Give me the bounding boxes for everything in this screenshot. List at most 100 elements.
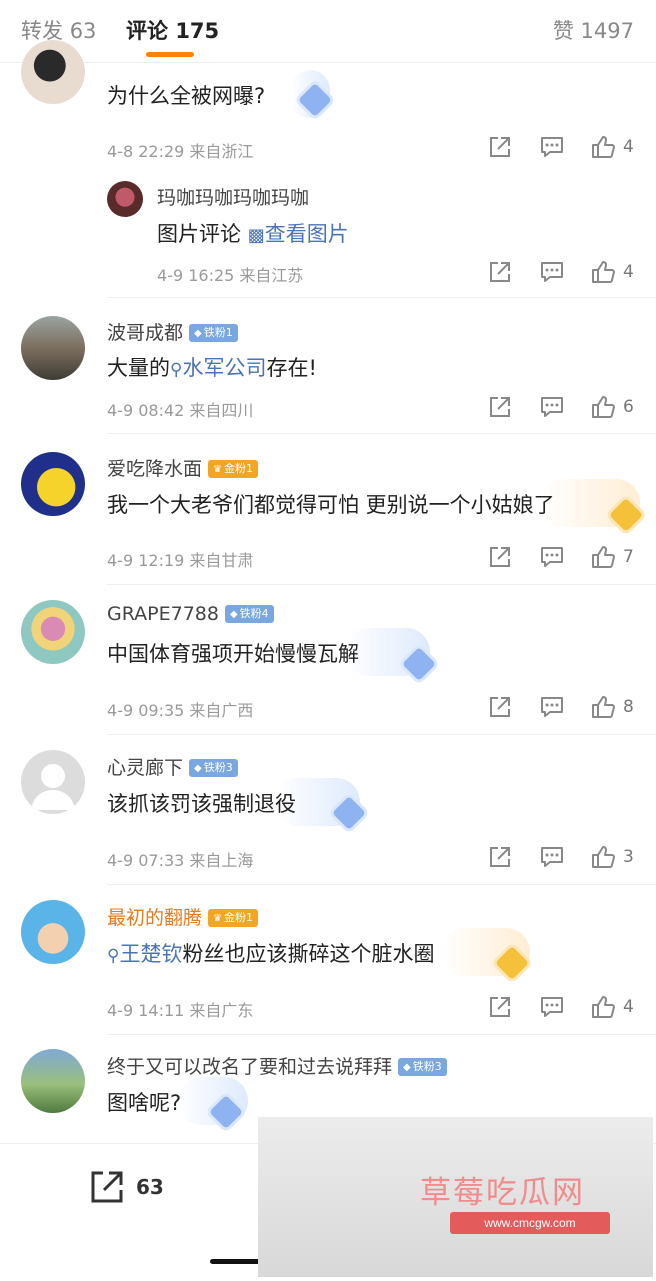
username-row: 心灵廊下 ◆ 铁粉3 [107,753,238,780]
comment-text: 为什么全被网曝? [107,84,266,108]
comment-time: 4-9 12:19 [107,551,185,570]
fan-badge: ◆ 铁粉3 [189,759,238,777]
like-count: 3 [623,847,634,867]
like-icon[interactable] [590,259,616,285]
username[interactable]: 终于又可以改名了要和过去说拜拜 [107,1056,392,1078]
comment-meta: 4-9 07:33 来自上海 [107,847,253,871]
share-icon[interactable] [487,994,513,1020]
comment-location: 来自广西 [189,701,254,720]
view-image-link[interactable]: ▩查看图片 [248,222,349,246]
avatar[interactable] [21,750,85,814]
reply-icon[interactable] [539,844,565,870]
comment-text: ⚲王楚钦粉丝也应该撕碎这个脏水圈 [107,938,434,968]
comment-location: 来自上海 [189,851,254,870]
watermark-overlay: 草莓吃瓜网 www.cmcgw.com [258,1117,653,1277]
like-count: 4 [623,262,634,282]
comment-meta: 4-8 22:29 来自浙江 [107,138,253,162]
fan-badge-label: 金粉1 [223,462,253,475]
tab-like-count: 1497 [580,19,634,43]
reply-icon[interactable] [539,994,565,1020]
fan-badge-label: 铁粉1 [203,326,233,339]
active-tab-indicator [146,52,194,57]
comment-time: 4-9 08:42 [107,401,185,420]
reply-icon[interactable] [539,394,565,420]
fan-badge: ◆ 铁粉4 [224,605,274,623]
crown-icon: ♛ [213,913,222,924]
comment-location: 来自浙江 [189,142,254,161]
username-row: GRAPE7788 ◆ 铁粉4 [107,603,274,625]
fan-badge: ◆ 铁粉3 [398,1058,447,1076]
topic-link-label: 王楚钦 [119,942,183,966]
avatar[interactable] [21,40,85,104]
share-icon[interactable] [487,259,513,285]
reply-icon[interactable] [539,134,565,160]
like-icon[interactable] [590,844,616,870]
fan-badge: ◆ 铁粉1 [189,324,238,342]
reply-icon[interactable] [539,259,565,285]
username[interactable]: GRAPE7788 [107,603,219,625]
comment-location: 来自甘肃 [189,551,254,570]
comment-time: 4-8 22:29 [107,142,185,161]
like-icon[interactable] [590,134,616,160]
comment-meta: 4-9 12:19 来自甘肃 [107,547,253,571]
avatar[interactable] [21,600,85,664]
like-icon[interactable] [590,394,616,420]
like-count: 7 [623,547,634,567]
share-icon[interactable] [487,544,513,570]
comment-location: 来自广东 [189,1001,254,1020]
view-image-label: 查看图片 [264,222,349,246]
username[interactable]: 爱吃降水面 [107,458,202,480]
divider [107,297,656,298]
username[interactable]: 波哥成都 [107,322,183,344]
reply-icon[interactable] [539,694,565,720]
tab-like-label: 赞 [552,19,574,43]
username[interactable]: 心灵廊下 [107,757,183,779]
comment-meta: 4-9 09:35 来自广西 [107,697,253,721]
username-row: 最初的翻腾 ♛ 金粉1 [107,903,258,930]
tab-comment[interactable]: 评论 175 [126,15,219,45]
share-icon[interactable] [487,844,513,870]
share-count: 63 [136,1175,164,1199]
share-icon[interactable] [487,134,513,160]
comment-time: 4-9 14:11 [107,1001,185,1020]
avatar[interactable] [21,316,85,380]
topic-link[interactable]: ⚲王楚钦 [107,942,182,966]
comment-meta: 4-9 08:42 来自四川 [107,397,253,421]
tab-like[interactable]: 赞 1497 [553,15,634,45]
comment-time: 4-9 16:25 [157,266,235,285]
comment-text: 该抓该罚该强制退役 [107,792,296,816]
comment-text: 图啥呢? [107,1091,182,1115]
avatar[interactable] [21,900,85,964]
share-icon[interactable] [487,694,513,720]
like-icon[interactable] [590,694,616,720]
like-icon[interactable] [590,994,616,1020]
default-avatar-icon [31,764,75,810]
share-icon[interactable] [487,394,513,420]
home-indicator[interactable] [210,1259,262,1264]
username[interactable]: 玛咖玛咖玛咖玛咖 [157,183,309,210]
like-count: 8 [623,697,634,717]
like-icon[interactable] [590,544,616,570]
watermark-title: 草莓吃瓜网 [420,1175,585,1211]
divider [107,1034,656,1035]
topic-link-label: 水军公司 [182,356,267,380]
diamond-icon: ◆ [194,328,202,339]
username-row: 波哥成都 ◆ 铁粉1 [107,318,238,345]
topic-link[interactable]: ⚲水军公司 [170,356,266,380]
like-count: 6 [623,397,634,417]
avatar[interactable] [107,181,143,217]
tab-comment-label: 评论 [126,19,168,43]
comment-meta: 4-9 14:11 来自广东 [107,997,253,1021]
avatar[interactable] [21,1049,85,1113]
reply-icon[interactable] [539,544,565,570]
share-icon[interactable] [87,1167,127,1207]
comment-time: 4-9 09:35 [107,701,185,720]
comment-text-suffix: 粉丝也应该撕碎这个脏水圈 [182,942,435,966]
avatar[interactable] [21,452,85,516]
comment-text-prefix: 大量的 [107,356,170,380]
tab-comment-count: 175 [175,19,220,43]
fan-badge-label: 铁粉3 [203,761,233,774]
fan-badge-label: 铁粉4 [239,607,269,620]
username[interactable]: 最初的翻腾 [107,907,202,929]
divider [107,584,656,585]
